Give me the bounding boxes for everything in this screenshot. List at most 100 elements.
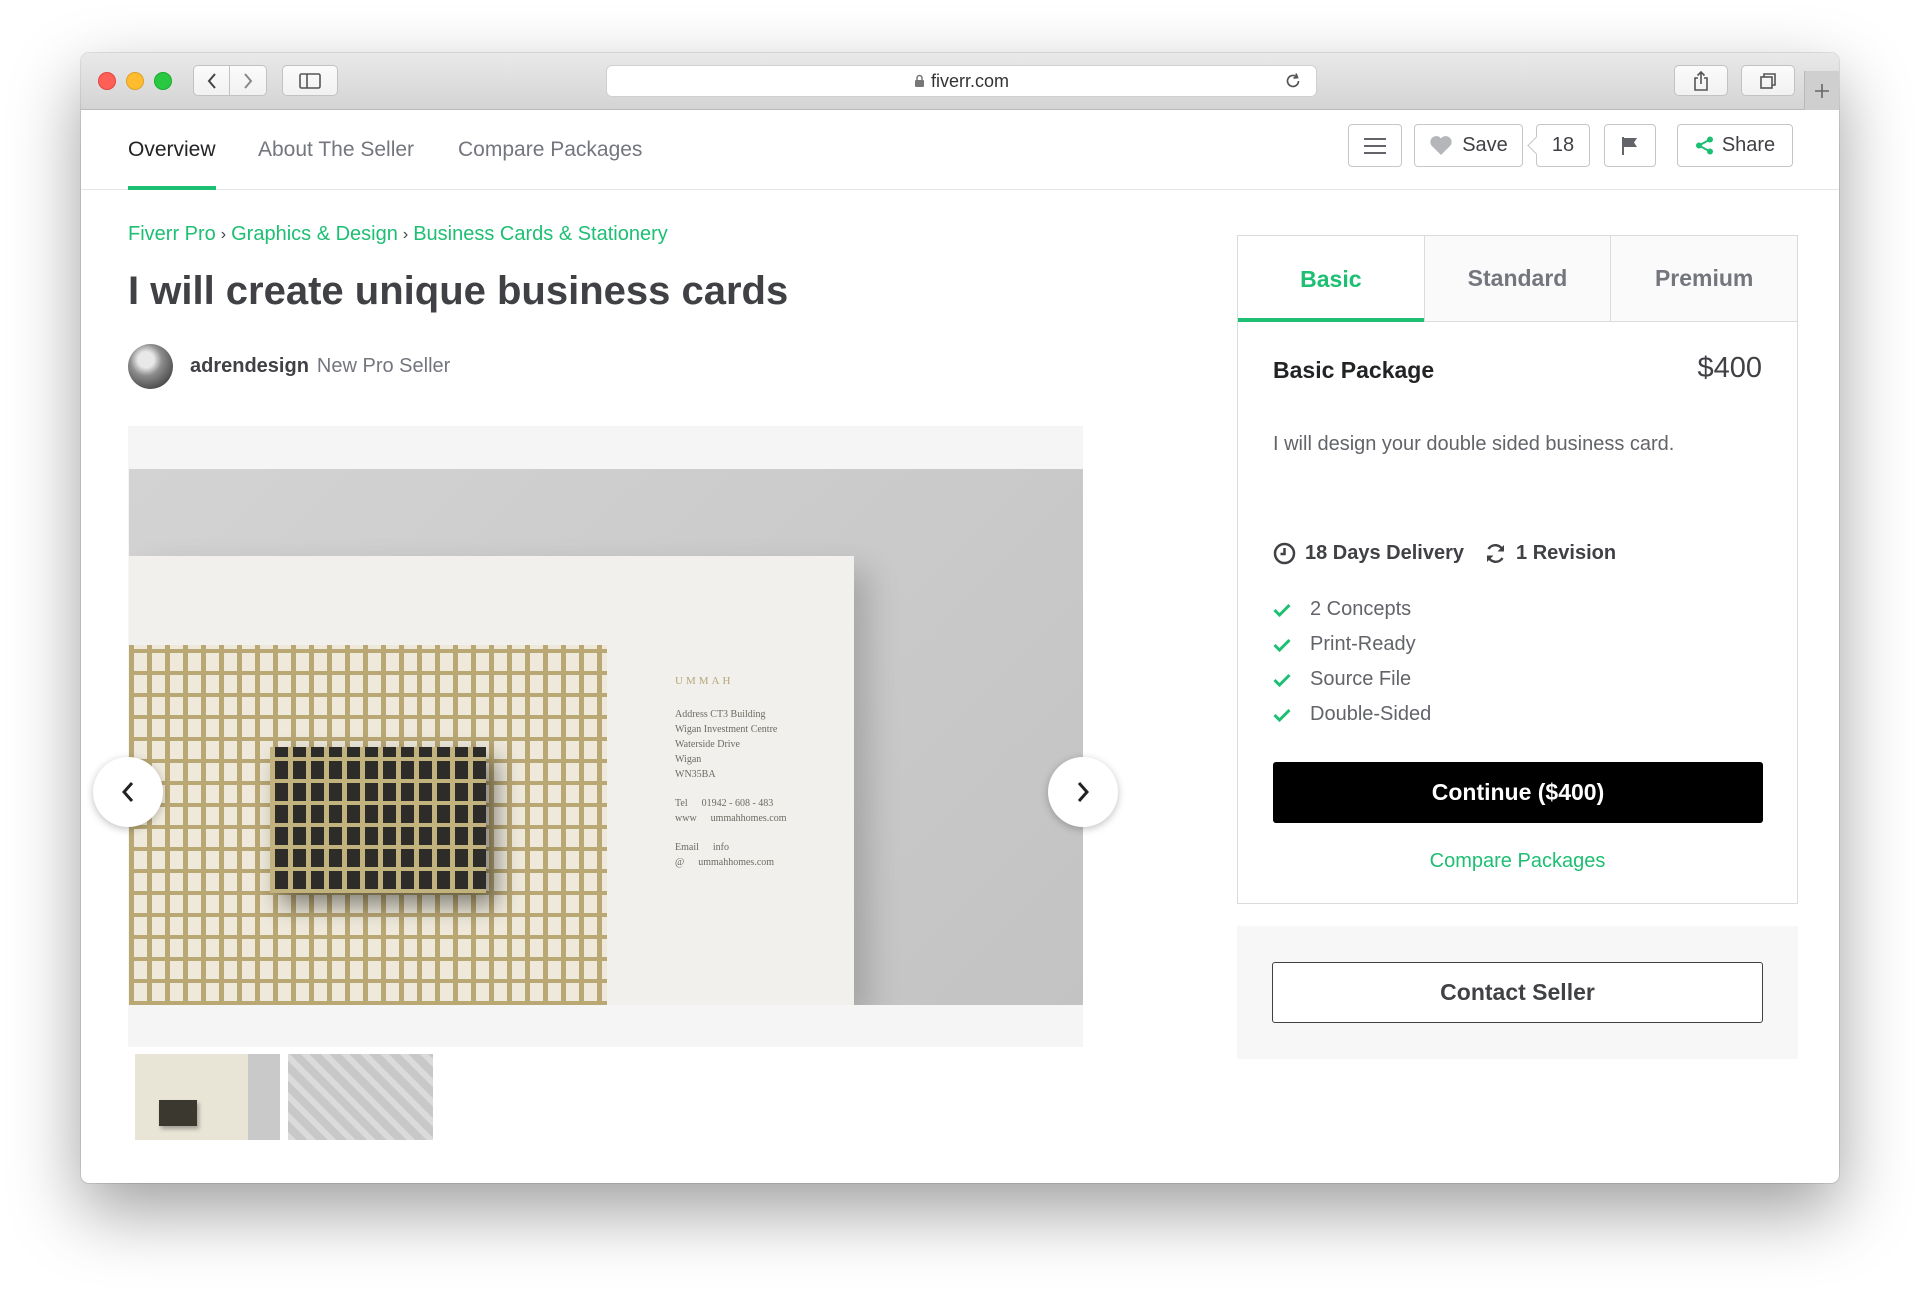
hamburger-icon bbox=[1364, 137, 1386, 154]
share-icon bbox=[1694, 70, 1708, 91]
business-card-mockup bbox=[270, 747, 486, 893]
seller-level: New Pro Seller bbox=[316, 355, 451, 377]
gallery-thumbnail[interactable] bbox=[288, 1054, 433, 1140]
check-icon bbox=[1273, 673, 1291, 687]
list-item: 2 Concepts bbox=[1273, 592, 1431, 627]
tabs-icon bbox=[1760, 72, 1776, 89]
chevron-right-icon: › bbox=[220, 225, 227, 243]
package-price: $400 bbox=[1697, 352, 1762, 384]
share-label: Share bbox=[1721, 134, 1776, 156]
letterhead-brand: UMMAH bbox=[675, 675, 734, 687]
zoom-window-button[interactable] bbox=[154, 72, 172, 90]
at-label: @ bbox=[675, 857, 685, 868]
check-icon bbox=[1273, 603, 1291, 617]
gallery-thumbnail[interactable] bbox=[135, 1054, 280, 1140]
email-label: Email bbox=[675, 842, 699, 853]
delivery-time: 18 Days Delivery bbox=[1273, 542, 1464, 565]
tel-label: Tel bbox=[675, 798, 688, 809]
plus-icon bbox=[1815, 83, 1829, 98]
chevron-right-icon: › bbox=[402, 225, 409, 243]
breadcrumb-fiverr-pro[interactable]: Fiverr Pro bbox=[128, 223, 216, 246]
share-button[interactable]: Share bbox=[1677, 124, 1793, 167]
tab-compare-packages[interactable]: Compare Packages bbox=[458, 110, 642, 190]
show-tabs-button[interactable] bbox=[1741, 65, 1795, 96]
forward-button[interactable] bbox=[230, 65, 267, 96]
breadcrumb-graphics-design[interactable]: Graphics & Design bbox=[231, 223, 398, 246]
chevron-left-icon bbox=[121, 782, 134, 802]
gig-title: I will create unique business cards bbox=[128, 269, 789, 313]
seller-name[interactable]: adrendesign bbox=[190, 355, 309, 378]
feature-label: 2 Concepts bbox=[1310, 598, 1412, 620]
gallery-image[interactable]: UMMAH Address CT3 Building Wigan Investm… bbox=[129, 469, 1083, 1005]
package-meta: 18 Days Delivery 1 Revision bbox=[1273, 542, 1616, 565]
new-tab-button[interactable] bbox=[1804, 71, 1839, 110]
save-label: Save bbox=[1462, 134, 1508, 156]
breadcrumb-business-cards[interactable]: Business Cards & Stationery bbox=[413, 223, 668, 246]
contact-seller-button[interactable]: Contact Seller bbox=[1272, 962, 1763, 1023]
at-value: ummahhomes.com bbox=[698, 857, 775, 868]
sidebar-icon bbox=[299, 72, 321, 89]
clock-icon bbox=[1273, 542, 1296, 565]
check-icon bbox=[1273, 708, 1291, 722]
feature-label: Print-Ready bbox=[1310, 633, 1416, 655]
address-line: Wigan bbox=[675, 754, 702, 765]
continue-button[interactable]: Continue ($400) bbox=[1273, 762, 1763, 823]
list-item: Print-Ready bbox=[1273, 627, 1431, 662]
revisions: 1 Revision bbox=[1484, 542, 1616, 565]
tab-overview[interactable]: Overview bbox=[128, 110, 216, 190]
browser-share-button[interactable] bbox=[1674, 65, 1728, 96]
report-button[interactable] bbox=[1604, 124, 1656, 167]
letterhead-text: UMMAH Address CT3 Building Wigan Investm… bbox=[675, 674, 835, 870]
tel-value: 01942 - 608 - 483 bbox=[701, 798, 774, 809]
history-nav bbox=[193, 65, 267, 96]
browser-toolbar: fiverr.com bbox=[81, 53, 1839, 110]
browser-window: fiverr.com Overview About The Seller Com… bbox=[81, 53, 1839, 1183]
reload-icon[interactable] bbox=[1284, 72, 1302, 95]
list-item: Double-Sided bbox=[1273, 697, 1431, 732]
chevron-right-icon bbox=[1077, 782, 1090, 802]
package-tabs: Basic Standard Premium bbox=[1238, 236, 1798, 322]
tab-about-seller[interactable]: About The Seller bbox=[258, 110, 414, 190]
package-description: I will design your double sided business… bbox=[1273, 433, 1675, 455]
address-line: Waterside Drive bbox=[675, 739, 740, 750]
gig-gallery: UMMAH Address CT3 Building Wigan Investm… bbox=[128, 426, 1083, 1047]
refresh-icon bbox=[1486, 544, 1505, 563]
check-icon bbox=[1273, 638, 1291, 652]
save-count-badge: 18 bbox=[1536, 124, 1590, 167]
url-text: fiverr.com bbox=[930, 70, 1009, 91]
menu-button[interactable] bbox=[1348, 124, 1402, 167]
gallery-next-button[interactable] bbox=[1048, 757, 1118, 827]
flag-icon bbox=[1622, 136, 1637, 155]
share-nodes-icon bbox=[1695, 136, 1713, 155]
back-button[interactable] bbox=[193, 65, 230, 96]
tab-premium[interactable]: Premium bbox=[1610, 236, 1798, 322]
save-button[interactable]: Save bbox=[1414, 124, 1523, 167]
address-line: Address CT3 Building bbox=[675, 709, 766, 720]
feature-label: Source File bbox=[1310, 668, 1412, 690]
seller-info: adrendesign New Pro Seller bbox=[128, 344, 450, 389]
breadcrumb: Fiverr Pro › Graphics & Design › Busines… bbox=[128, 223, 668, 246]
save-count: 18 bbox=[1551, 134, 1575, 156]
www-value: ummahhomes.com bbox=[710, 813, 787, 824]
feature-list: 2 Concepts Print-Ready Source File Doubl… bbox=[1273, 592, 1431, 732]
address-bar[interactable]: fiverr.com bbox=[606, 65, 1317, 97]
package-name: Basic Package bbox=[1273, 357, 1435, 383]
tab-standard[interactable]: Standard bbox=[1423, 236, 1611, 322]
seller-avatar[interactable] bbox=[128, 344, 173, 389]
address-line: Wigan Investment Centre bbox=[675, 724, 778, 735]
close-window-button[interactable] bbox=[98, 72, 116, 90]
feature-label: Double-Sided bbox=[1310, 703, 1432, 725]
contact-section: Contact Seller bbox=[1237, 926, 1798, 1059]
revisions-label: 1 Revision bbox=[1516, 542, 1617, 564]
heart-icon bbox=[1430, 136, 1452, 155]
email-value: info bbox=[712, 842, 729, 853]
sidebar-toggle-button[interactable] bbox=[282, 65, 338, 96]
tab-basic[interactable]: Basic bbox=[1238, 236, 1424, 322]
compare-packages-link[interactable]: Compare Packages bbox=[1238, 850, 1797, 873]
www-label: www bbox=[675, 813, 697, 824]
list-item: Source File bbox=[1273, 662, 1431, 697]
minimize-window-button[interactable] bbox=[126, 72, 144, 90]
chevron-left-icon bbox=[207, 72, 216, 89]
package-panel: Basic Standard Premium Basic Package $40… bbox=[1237, 235, 1798, 904]
gallery-prev-button[interactable] bbox=[93, 757, 163, 827]
